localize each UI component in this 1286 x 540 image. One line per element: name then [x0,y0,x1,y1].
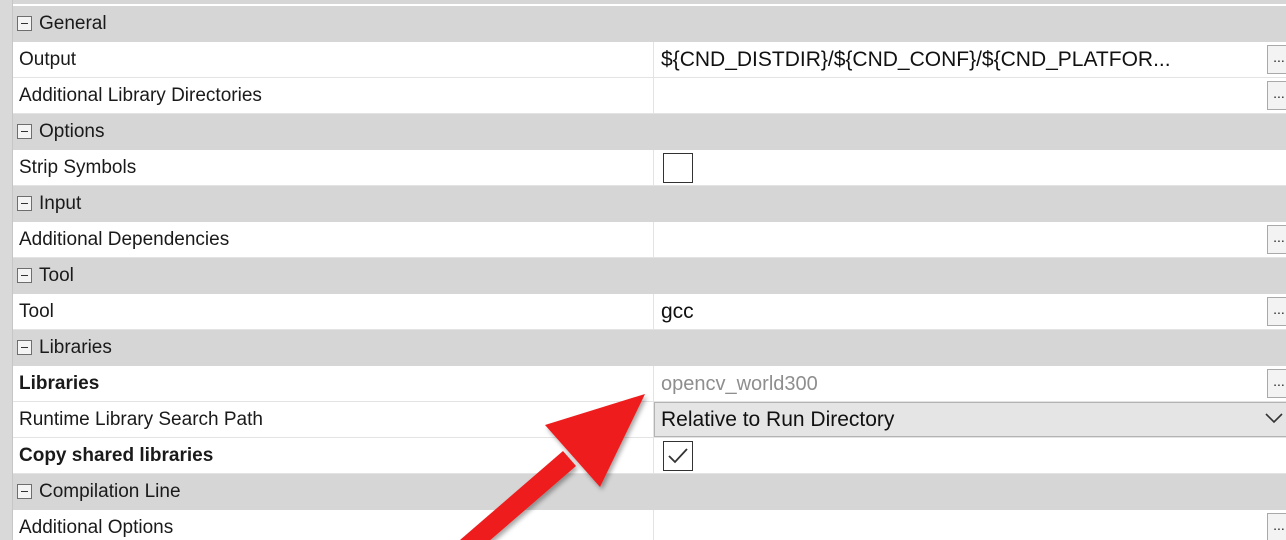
property-name: Runtime Library Search Path [19,409,263,430]
additional-dependencies-field[interactable]: ... [653,222,1286,257]
property-row-output[interactable]: Output ${CND_DISTDIR}/${CND_CONF}/${CND_… [13,42,1286,78]
category-tool[interactable]: Tool [13,258,1286,294]
property-name: Strip Symbols [19,157,137,178]
category-libraries[interactable]: Libraries [13,330,1286,366]
property-row-strip-symbols[interactable]: Strip Symbols [13,150,1286,186]
property-sheet: General Output ${CND_DISTDIR}/${CND_CONF… [0,0,1286,540]
checkmark-icon [668,448,688,464]
strip-symbols-field [653,150,1286,185]
property-row-copy-shared-libraries[interactable]: Copy shared libraries [13,438,1286,474]
property-row-runtime-library-search-path[interactable]: Runtime Library Search Path Relative to … [13,402,1286,438]
property-name: Additional Library Directories [19,85,262,106]
category-label: Input [39,193,82,214]
left-gutter [0,0,13,540]
ellipsis-button[interactable]: ... [1267,297,1286,326]
category-options[interactable]: Options [13,114,1286,150]
dropdown-selected-value: Relative to Run Directory [661,408,895,431]
category-input[interactable]: Input [13,186,1286,222]
property-name: Libraries [19,373,100,394]
property-name: Copy shared libraries [19,445,214,466]
property-value: gcc [661,300,694,323]
property-row-libraries[interactable]: Libraries opencv_world300 ... [13,366,1286,402]
ellipsis-button[interactable]: ... [1267,81,1286,110]
property-row-tool[interactable]: Tool gcc ... [13,294,1286,330]
ellipsis-button[interactable]: ... [1267,513,1286,540]
property-name: Output [19,49,77,70]
collapse-icon[interactable] [17,196,32,211]
property-row-additional-dependencies[interactable]: Additional Dependencies ... [13,222,1286,258]
property-row-additional-library-directories[interactable]: Additional Library Directories ... [13,78,1286,114]
runtime-search-path-dropdown[interactable]: Relative to Run Directory [654,402,1286,437]
collapse-icon[interactable] [17,268,32,283]
additional-options-field[interactable]: ... [653,510,1286,540]
ellipsis-button[interactable]: ... [1267,45,1286,74]
ellipsis-button[interactable]: ... [1267,369,1286,398]
collapse-icon[interactable] [17,124,32,139]
property-value: ${CND_DISTDIR}/${CND_CONF}/${CND_PLATFOR… [661,48,1171,71]
output-field[interactable]: ${CND_DISTDIR}/${CND_CONF}/${CND_PLATFOR… [653,42,1286,77]
ellipsis-button[interactable]: ... [1267,225,1286,254]
category-compilation-line[interactable]: Compilation Line [13,474,1286,510]
property-name: Additional Options [19,517,174,538]
property-value: opencv_world300 [661,373,818,395]
category-general[interactable]: General [13,6,1286,42]
property-name: Additional Dependencies [19,229,230,250]
category-label: Options [39,121,105,142]
collapse-icon[interactable] [17,484,32,499]
libraries-field[interactable]: opencv_world300 ... [653,366,1286,401]
category-label: Libraries [39,337,112,358]
property-name: Tool [19,301,54,322]
copy-shared-libraries-checkbox[interactable] [663,441,693,471]
additional-library-directories-field[interactable]: ... [653,78,1286,113]
category-label: Compilation Line [39,481,181,502]
category-label: Tool [39,265,74,286]
tool-field[interactable]: gcc ... [653,294,1286,329]
copy-shared-libraries-field [653,438,1286,473]
strip-symbols-checkbox[interactable] [663,153,693,183]
chevron-down-icon [1265,413,1283,424]
runtime-library-search-path-field: Relative to Run Directory [653,402,1286,437]
property-row-additional-options[interactable]: Additional Options ... [13,510,1286,540]
category-label: General [39,13,107,34]
top-border [0,0,1286,4]
collapse-icon[interactable] [17,16,32,31]
collapse-icon[interactable] [17,340,32,355]
